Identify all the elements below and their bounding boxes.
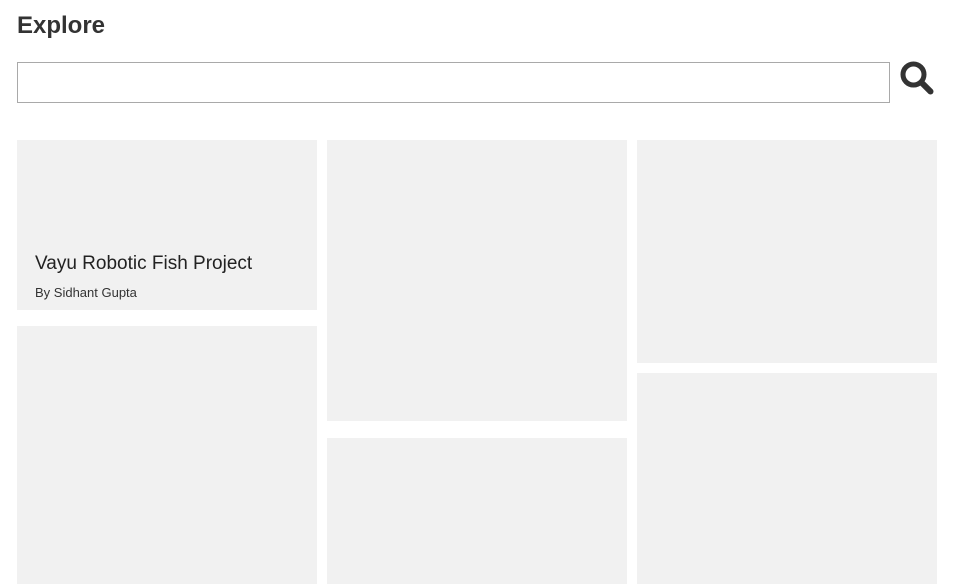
search-icon — [900, 61, 934, 95]
search-input[interactable] — [17, 62, 890, 103]
project-card[interactable] — [637, 140, 937, 363]
card-title[interactable]: Vayu Robotic Fish Project — [35, 252, 252, 276]
project-card[interactable]: Vayu Robotic Fish Project By Sidhant Gup… — [17, 140, 317, 310]
search-button[interactable] — [899, 60, 935, 96]
explore-page: Explore Vayu Robotic Fish Project By Sid… — [0, 0, 953, 584]
project-card[interactable] — [637, 373, 937, 584]
project-card[interactable] — [17, 326, 317, 584]
page-title: Explore — [17, 12, 106, 39]
card-author: By Sidhant Gupta — [35, 285, 137, 300]
project-card[interactable] — [327, 438, 627, 584]
project-card[interactable] — [327, 140, 627, 421]
